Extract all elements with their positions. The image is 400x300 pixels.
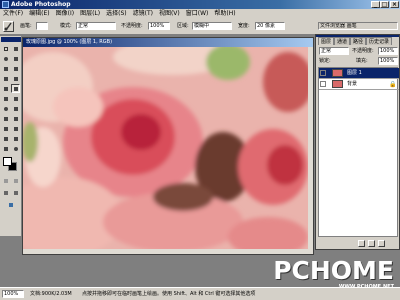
delete-layer-icon[interactable] <box>378 240 385 247</box>
clone-stamp-tool-icon[interactable] <box>1 84 10 93</box>
brush-picker[interactable] <box>36 22 48 30</box>
document-title-bar: 玫瑰原图.jpg @ 100% (图层 1, RGB) <box>23 38 313 47</box>
tab-paths[interactable]: 路径 <box>350 37 367 45</box>
minimize-button[interactable]: _ <box>371 1 380 8</box>
type-tool-icon[interactable] <box>11 114 20 123</box>
hand-tool-icon[interactable] <box>1 144 10 153</box>
new-layer-button[interactable] <box>358 240 365 247</box>
healing-brush-tool-icon[interactable] <box>1 74 10 83</box>
maximize-button[interactable]: □ <box>380 1 389 8</box>
layers-palette: 图层 通道 路径 历史记录 正常 不透明度: 100% 锁定: 填充: 100%… <box>315 34 400 250</box>
lock-icon: 🔒 <box>389 81 397 88</box>
dodge-tool-icon[interactable] <box>11 104 20 113</box>
toolbox-header <box>1 37 21 42</box>
layer-actions-bar <box>318 239 398 248</box>
art-history-brush-icon <box>4 22 12 31</box>
fidelity-field[interactable]: 20 像素 <box>255 22 285 30</box>
menu-layer[interactable]: 图层(L) <box>77 9 103 18</box>
eraser-tool-icon[interactable] <box>1 94 10 103</box>
screen-mode-full-icon[interactable] <box>11 188 20 197</box>
opacity-label: 不透明度: <box>121 23 143 29</box>
image-canvas[interactable] <box>23 47 308 249</box>
blend-mode-select[interactable]: 正常 <box>319 47 349 55</box>
document-size[interactable]: 文档:900K/2.03M <box>30 290 72 298</box>
screen-mode-standard-icon[interactable] <box>1 188 10 197</box>
visibility-eye-icon[interactable] <box>320 81 326 87</box>
notes-tool-icon[interactable] <box>1 134 10 143</box>
opacity-field[interactable]: 100% <box>148 22 170 30</box>
standard-mode-icon[interactable] <box>1 176 10 185</box>
lasso-tool-icon[interactable] <box>1 54 10 63</box>
tool-preset-button[interactable] <box>3 21 14 32</box>
layer-row-background[interactable]: 背景 🔒 <box>319 79 399 90</box>
layer-name: 图层 1 <box>347 70 362 76</box>
menu-view[interactable]: 视图(V) <box>156 9 183 18</box>
palette-well[interactable]: 文件浏览器 画笔 <box>318 22 398 30</box>
document-title: 玫瑰原图.jpg @ 100% (图层 1, RGB) <box>26 39 113 45</box>
layer-row-layer1[interactable]: 图层 1 <box>319 68 399 79</box>
menu-file[interactable]: 文件(F) <box>0 9 26 18</box>
tab-layers[interactable]: 图层 <box>318 37 335 45</box>
toolbox <box>0 36 22 236</box>
options-bar: 画笔: 模式: 正常 不透明度: 100% 区域: 模糊中 宽度: 20 像素 … <box>0 18 400 35</box>
foreground-color-swatch[interactable] <box>3 157 12 166</box>
layer-list: 图层 1 背景 🔒 <box>318 67 399 237</box>
mode-label: 模式: <box>60 23 72 29</box>
menu-help[interactable]: 帮助(H) <box>211 9 238 18</box>
zoom-field[interactable]: 100% <box>2 290 24 298</box>
menu-image[interactable]: 图像(I) <box>53 9 77 18</box>
gradient-tool-icon[interactable] <box>11 94 20 103</box>
layer-opacity-field[interactable]: 100% <box>378 47 398 55</box>
blur-tool-icon[interactable] <box>1 104 10 113</box>
brush-label: 画笔: <box>20 23 32 29</box>
status-bar: 100% 文档:900K/2.03M 点按并拖移即可在临时画笔上绘画。使用 Sh… <box>0 287 400 300</box>
fill-label: 填充: <box>356 58 368 64</box>
jump-to-imageready-icon[interactable] <box>6 200 15 209</box>
eyedropper-tool-icon[interactable] <box>11 134 20 143</box>
menu-window[interactable]: 窗口(W) <box>183 9 212 18</box>
fill-field[interactable]: 100% <box>378 57 398 65</box>
area-label: 区域: <box>177 23 189 29</box>
pen-tool-icon[interactable] <box>1 124 10 133</box>
move-tool-icon[interactable] <box>11 44 20 53</box>
shape-tool-icon[interactable] <box>11 124 20 133</box>
title-bar: Adobe Photoshop _ □ × <box>0 0 400 9</box>
menu-select[interactable]: 选择(S) <box>103 9 130 18</box>
window-title: Adobe Photoshop <box>11 1 71 8</box>
tab-history[interactable]: 历史记录 <box>366 37 393 45</box>
path-selection-tool-icon[interactable] <box>1 114 10 123</box>
visibility-eye-icon[interactable] <box>320 70 326 76</box>
layer-opacity-label: 不透明度: <box>352 48 374 54</box>
layer-name: 背景 <box>347 81 358 87</box>
mode-select[interactable]: 正常 <box>76 22 116 30</box>
menu-bar: 文件(F) 编辑(E) 图像(I) 图层(L) 选择(S) 滤镜(T) 视图(V) 窗口(W)… <box>0 9 400 18</box>
pchome-watermark-logo: PCHOME <box>273 256 394 285</box>
vertical-scrollbar[interactable] <box>308 47 313 249</box>
close-button[interactable]: × <box>390 1 399 8</box>
slice-tool-icon[interactable] <box>11 64 20 73</box>
zoom-tool-icon[interactable] <box>11 144 20 153</box>
photoshop-app-icon <box>2 1 9 8</box>
new-set-button[interactable] <box>368 240 375 247</box>
lock-label: 锁定: <box>319 58 331 64</box>
horizontal-scrollbar[interactable] <box>23 249 313 254</box>
fidelity-label: 宽度: <box>238 23 250 29</box>
menu-edit[interactable]: 编辑(E) <box>26 9 52 18</box>
crop-tool-icon[interactable] <box>1 64 10 73</box>
menu-filter[interactable]: 滤镜(T) <box>130 9 156 18</box>
area-select[interactable]: 模糊中 <box>192 22 232 30</box>
brush-tool-icon[interactable] <box>11 74 20 83</box>
status-hint: 点按并拖移即可在临时画笔上绘画。使用 Shift、Alt 和 Ctrl 键可选择… <box>82 291 256 297</box>
marquee-tool-icon[interactable] <box>1 44 10 53</box>
layer-thumbnail <box>332 69 343 77</box>
art-history-brush-tool-icon[interactable] <box>11 84 20 93</box>
tab-channels[interactable]: 通道 <box>334 37 351 45</box>
magic-wand-tool-icon[interactable] <box>11 54 20 63</box>
painted-rose-image <box>23 47 308 249</box>
document-window: 玫瑰原图.jpg @ 100% (图层 1, RGB) <box>22 37 314 255</box>
layer-thumbnail <box>332 80 343 88</box>
quick-mask-mode-icon[interactable] <box>11 176 20 185</box>
